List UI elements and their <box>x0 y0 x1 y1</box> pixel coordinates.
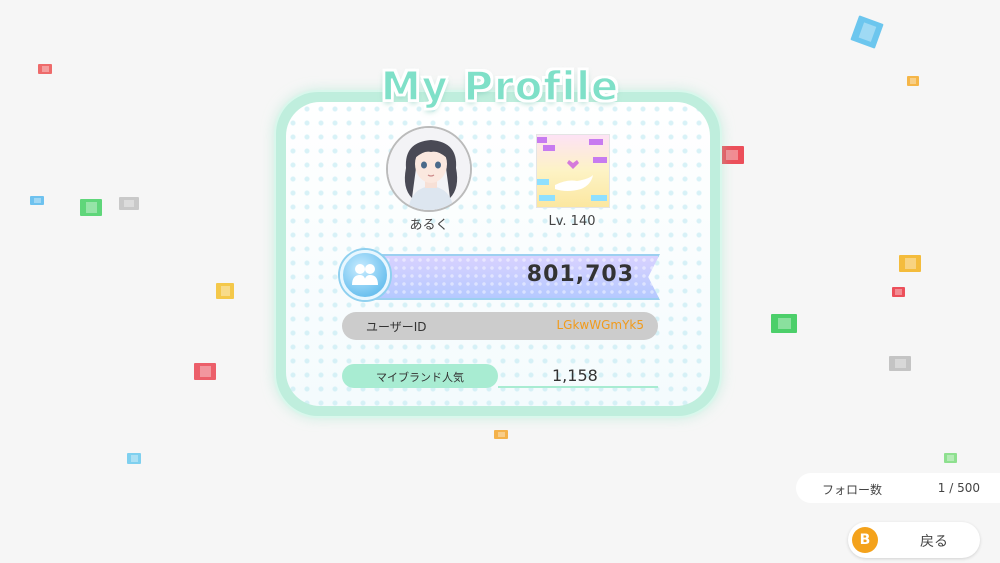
confetti-green <box>944 453 957 463</box>
confetti-blue <box>127 453 141 464</box>
popularity-label: マイブランド人気 <box>376 371 464 384</box>
follow-count-label: フォロー数 <box>822 483 883 497</box>
score-value: 801,703 <box>526 262 634 287</box>
b-button-icon: B <box>852 527 878 553</box>
confetti-green <box>771 314 797 333</box>
popularity-pill: マイブランド人気 <box>342 364 498 388</box>
popularity-row: マイブランド人気 1,158 <box>342 364 658 388</box>
friends-icon <box>340 250 390 300</box>
popularity-value: 1,158 <box>552 366 598 385</box>
back-button[interactable]: B 戻る <box>848 522 980 558</box>
user-id-label: ユーザーID <box>366 320 427 334</box>
confetti-yellow <box>216 283 234 299</box>
user-id-row: ユーザーID LGkwWGmYk5 <box>342 312 658 340</box>
confetti-orange <box>494 430 508 439</box>
player-level: Lv. 140 <box>548 214 596 229</box>
player-name: あるく <box>409 218 449 233</box>
confetti-gray <box>889 356 911 371</box>
follow-count-panel: フォロー数 1 / 500 <box>796 473 1000 503</box>
confetti-gray <box>119 197 139 210</box>
confetti-blue-cube <box>850 15 884 49</box>
user-id-value: LGkwWGmYk5 <box>556 318 644 332</box>
page-title: My Profile <box>380 63 620 111</box>
heart-hand-icon <box>537 137 607 201</box>
confetti-red <box>194 363 216 380</box>
profile-badge <box>536 134 610 208</box>
confetti-red <box>720 146 744 164</box>
follow-count-value: 1 / 500 <box>937 481 980 495</box>
confetti-blue <box>30 196 44 205</box>
avatar-portrait-icon <box>388 128 470 210</box>
popularity-underline <box>498 386 658 388</box>
avatar <box>386 126 472 212</box>
back-button-label: 戻る <box>920 534 948 550</box>
confetti-green <box>80 199 102 216</box>
confetti-red <box>892 287 905 297</box>
confetti-yellow <box>899 255 921 272</box>
